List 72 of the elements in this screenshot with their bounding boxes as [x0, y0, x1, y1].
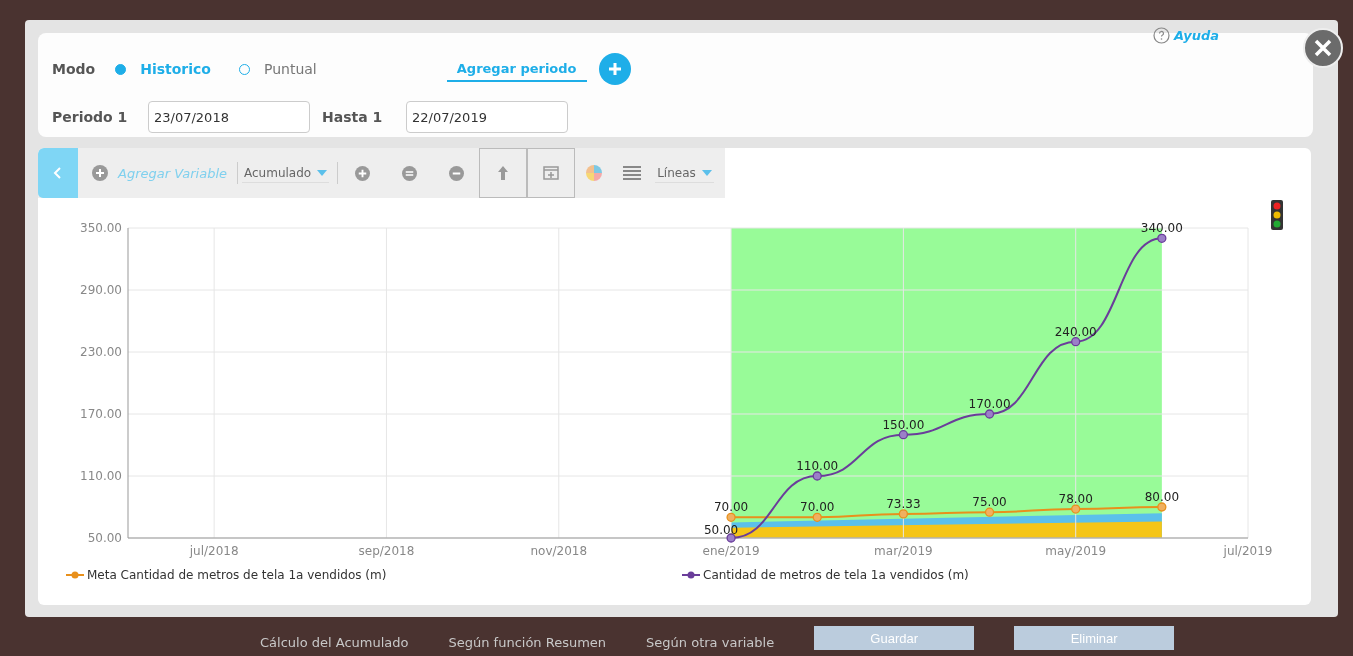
data-label: 70.00: [800, 500, 835, 515]
data-label: 50.00: [703, 523, 739, 537]
y-axis-label: 350.00: [80, 221, 122, 235]
data-label: 150.00: [882, 417, 925, 432]
x-axis-label: mar/2019: [874, 544, 933, 558]
data-label: 340.00: [1140, 221, 1183, 236]
mode-label: Modo: [52, 61, 96, 77]
data-label: 80.00: [1144, 490, 1180, 504]
y-axis-label: 290.00: [80, 283, 122, 297]
data-point: [812, 512, 822, 522]
chart-type-dropdown[interactable]: Líneas: [655, 163, 714, 183]
chevron-left-icon: [53, 167, 63, 179]
data-point: [812, 471, 822, 481]
period-label: Periodo 1: [52, 109, 129, 125]
help-icon[interactable]: [1153, 27, 1171, 44]
arrow-up-button[interactable]: [479, 148, 528, 198]
legend-label[interactable]: Cantidad de metros de tela 1a vendidos (m): [703, 568, 969, 582]
add-panel-button[interactable]: [527, 148, 576, 198]
add-period-button[interactable]: [598, 53, 631, 85]
y-axis-label: 170.00: [80, 407, 122, 421]
data-point: [1157, 233, 1167, 243]
y-axis-label: 230.00: [80, 345, 122, 359]
data-label: 73.33: [886, 496, 921, 511]
data-label: 78.00: [1058, 492, 1093, 507]
add-panel-icon: [543, 166, 560, 180]
accumulation-dropdown[interactable]: Acumulado: [242, 163, 330, 183]
y-axis-label: 110.00: [80, 469, 122, 483]
x-axis-label: nov/2018: [530, 544, 588, 558]
period-end-field[interactable]: 22/07/2019: [406, 101, 568, 133]
equal-icon[interactable]: [402, 165, 418, 181]
data-point: [984, 507, 995, 517]
add-icon[interactable]: [92, 165, 108, 181]
legend-label[interactable]: Meta Cantidad de metros de tela 1a vendidos (m): [87, 568, 387, 582]
x-axis-label: jul/2019: [1223, 544, 1273, 558]
data-point: [1071, 337, 1081, 347]
background-text: Cálculo del Acumulado: [260, 635, 409, 650]
data-label: 240.00: [1054, 324, 1097, 339]
x-axis-label: ene/2019: [702, 544, 760, 558]
close-button[interactable]: [1303, 28, 1343, 68]
pie-chart-icon[interactable]: [585, 164, 604, 182]
background-text: Según otra variable: [646, 635, 775, 650]
x-axis-label: may/2019: [1045, 544, 1107, 558]
data-point: [898, 509, 909, 519]
period-start-field[interactable]: 23/07/2018: [148, 101, 310, 133]
list-icon[interactable]: [623, 165, 642, 181]
mode-radio[interactable]: Puntual: [239, 61, 317, 77]
add-period-link[interactable]: Agregar periodo: [446, 56, 587, 82]
legend-marker-icon: [66, 570, 84, 580]
plus-icon: [606, 61, 623, 77]
background-text: Según función Resumen: [448, 635, 607, 650]
x-axis-label: sep/2018: [358, 544, 415, 558]
close-icon: [1313, 38, 1333, 58]
data-label: 75.00: [972, 495, 1007, 510]
data-point: [984, 409, 995, 419]
help-link[interactable]: Ayuda: [1174, 28, 1219, 43]
y-axis-label: 50.00: [87, 531, 122, 545]
data-point: [726, 512, 736, 522]
data-point: [726, 533, 736, 543]
x-axis-label: jul/2018: [189, 544, 239, 558]
arrow-up-icon: [497, 165, 510, 181]
zoom-out-icon[interactable]: [449, 165, 465, 181]
legend-marker-icon: [682, 570, 700, 580]
data-point: [1157, 502, 1167, 512]
traffic-light-icon: [1271, 200, 1283, 230]
data-point: [1071, 504, 1081, 514]
data-label: 70.00: [713, 500, 749, 515]
data-point: [898, 430, 909, 440]
mode-radio[interactable]: Historico: [115, 61, 211, 77]
zoom-in-icon[interactable]: [355, 165, 371, 181]
data-label: 110.00: [796, 459, 839, 473]
data-label: 170.00: [968, 397, 1011, 411]
until-label: Hasta 1: [322, 109, 384, 125]
